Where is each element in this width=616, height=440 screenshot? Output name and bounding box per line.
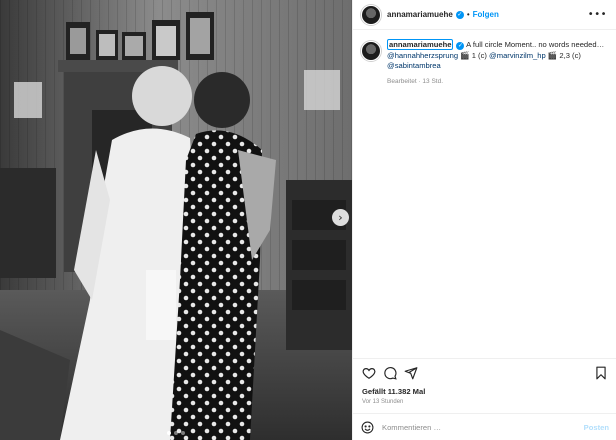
caption-line-3: @sabintambrea (387, 61, 609, 72)
caption-text: A full circle Moment.. no words needed… (466, 40, 605, 49)
chevron-right-icon: › (338, 211, 343, 224)
bookmark-icon[interactable] (594, 366, 608, 380)
next-slide-button[interactable]: › (332, 209, 349, 226)
verified-badge-icon: ✓ (456, 42, 465, 50)
mention-link[interactable]: @hannahherzsprung (387, 51, 458, 60)
instagram-post: › annamariamuehe ✓ • Folgen ••• annamari… (0, 0, 616, 440)
post-media[interactable]: › (0, 0, 352, 440)
post-sidebar: annamariamuehe ✓ • Folgen ••• annamariam… (352, 0, 616, 440)
like-count[interactable]: Gefällt 11.382 Mal (362, 387, 425, 396)
caption: annamariamuehe ✓ A full circle Moment.. n… (361, 39, 611, 87)
mention-link[interactable]: @sabintambrea (387, 61, 441, 70)
post-timestamp: Vor 13 Stunden (362, 399, 404, 405)
share-icon[interactable] (404, 366, 418, 380)
follow-button[interactable]: Folgen (473, 10, 499, 19)
caption-line-1: annamariamuehe ✓ A full circle Moment.. n… (387, 39, 609, 51)
action-bar: Gefällt 11.382 Mal Vor 13 Stunden (353, 358, 616, 413)
post-header: annamariamuehe ✓ • Folgen ••• (353, 0, 616, 30)
caption-body: annamariamuehe ✓ A full circle Moment.. n… (387, 39, 609, 87)
carousel-dot (181, 431, 185, 435)
more-options-icon[interactable]: ••• (588, 9, 607, 20)
carousel-indicator (0, 431, 352, 435)
emoji-icon[interactable] (361, 421, 374, 434)
comment-bar: Posten (353, 413, 616, 440)
header-separator: • (466, 10, 470, 19)
heart-icon[interactable] (362, 366, 376, 380)
post-photo (0, 0, 352, 440)
carousel-dot (167, 431, 171, 435)
caption-username[interactable]: annamariamuehe (387, 39, 454, 50)
header-username[interactable]: annamariamuehe (387, 10, 453, 19)
avatar[interactable] (361, 4, 381, 25)
caption-credit: 🎬 1 (c) (458, 50, 490, 60)
caption-avatar[interactable] (361, 41, 381, 61)
carousel-dot (174, 431, 178, 435)
comment-icon[interactable] (383, 366, 397, 380)
comment-input[interactable] (382, 422, 584, 432)
caption-line-2: @hannahherzsprung 🎬 1 (c) @marvinzilm_hp… (387, 51, 609, 62)
mention-link[interactable]: @marvinzilm_hp (489, 51, 546, 60)
verified-badge-icon: ✓ (455, 10, 464, 19)
post-comment-button[interactable]: Posten (584, 423, 609, 432)
caption-meta: Bearbeitet · 13 Std. (387, 77, 444, 85)
caption-credit: 🎬 2,3 (c) (545, 50, 581, 60)
